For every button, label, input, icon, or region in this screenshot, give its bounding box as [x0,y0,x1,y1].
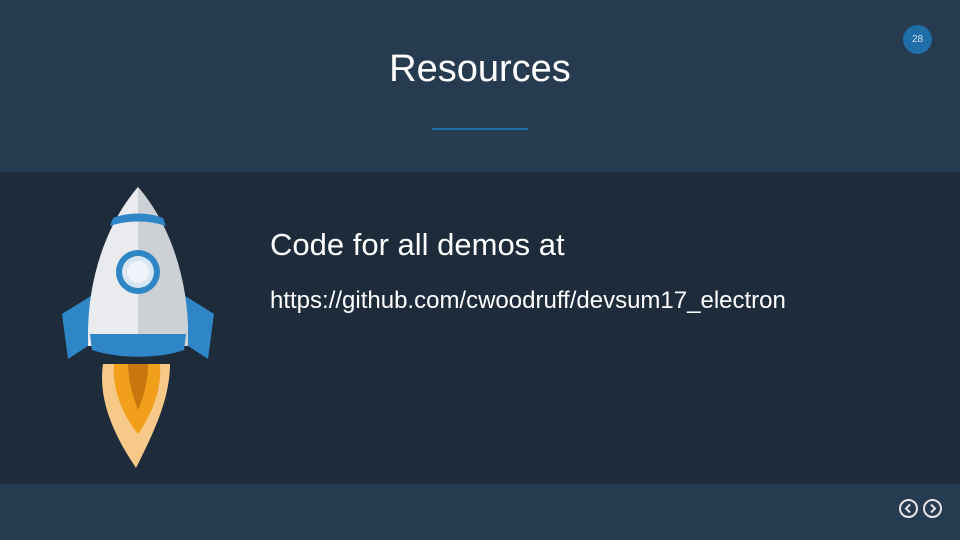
previous-slide-button[interactable] [899,499,918,518]
content-line-intro: Code for all demos at [270,227,565,262]
chevron-left-icon [904,503,911,514]
next-slide-button[interactable] [923,499,942,518]
slide-footer [0,484,960,540]
repository-link[interactable]: https://github.com/cwoodruff/devsum17_el… [270,286,786,316]
rocket-icon [62,187,214,468]
title-underline [432,128,528,130]
chevron-right-icon [930,503,937,514]
slide-number-badge: 28 [903,25,932,54]
page-title: Resources [389,48,571,90]
